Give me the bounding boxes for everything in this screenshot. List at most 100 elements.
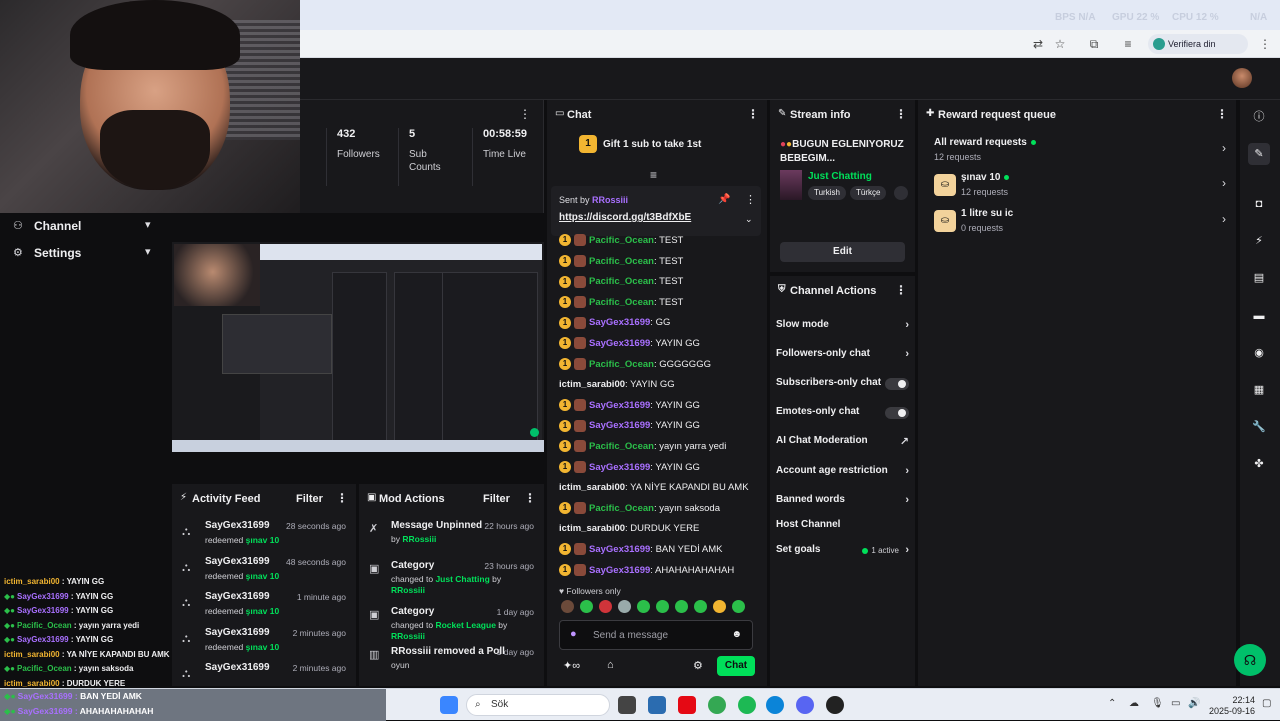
network-icon[interactable]: ▭ xyxy=(1171,698,1180,709)
avatar[interactable] xyxy=(1232,68,1252,88)
chat-message[interactable]: ictim_sarabi00: YA NİYE KAPANDI BU AMK xyxy=(559,478,763,499)
chat-message[interactable]: 1 Pacific_Ocean: TEST xyxy=(559,252,763,273)
chat-username[interactable]: Pacific_Ocean xyxy=(589,359,654,370)
chat-username[interactable]: SayGex31699 xyxy=(589,462,650,473)
lightning-icon[interactable]: ⚡ xyxy=(1248,230,1270,252)
store-icon[interactable]: ⌂ xyxy=(607,659,614,671)
extensions-icon[interactable]: ⧉ xyxy=(1086,36,1102,52)
activity-filter-button[interactable]: Filter xyxy=(296,493,323,505)
cloud-icon[interactable]: ☁ xyxy=(1129,698,1139,709)
chat-username[interactable]: Pacific_Ocean xyxy=(589,441,654,452)
chat-username[interactable]: SayGex31699 xyxy=(589,400,650,411)
chevron-down-icon[interactable]: ⌄ xyxy=(745,214,753,225)
chat-username[interactable]: ictim_sarabi00 xyxy=(559,482,625,493)
camera-icon[interactable]: ◘ xyxy=(1248,193,1270,215)
gift-sub-banner[interactable]: 1 Gift 1 sub to take 1st xyxy=(579,135,701,153)
pin-icon[interactable]: 📌 xyxy=(718,194,730,205)
gear-icon[interactable]: ⚙ xyxy=(693,659,703,672)
activity-item[interactable]: ⛬ SayGex31699 28 seconds ago redeemed şınav… xyxy=(182,520,354,552)
kebab-icon[interactable]: ⋮ xyxy=(1216,107,1228,121)
chat-message[interactable]: ictim_sarabi00: DURDUK YERE xyxy=(559,519,763,540)
wrench-icon[interactable]: 🔧 xyxy=(1248,416,1270,438)
category-name[interactable]: Just Chatting xyxy=(808,171,872,182)
channel-action-ai-chat-moderation[interactable]: AI Chat Moderation ↗ xyxy=(776,435,911,451)
chat-message[interactable]: 1 SayGex31699: YAYIN GG xyxy=(559,458,763,479)
chat-username[interactable]: SayGex31699 xyxy=(589,338,650,349)
channel-action-banned-words[interactable]: Banned words › xyxy=(776,494,911,510)
chat-message[interactable]: 1 Pacific_Ocean: yayın saksoda xyxy=(559,499,763,520)
discord-icon[interactable] xyxy=(796,696,814,714)
chrome-icon[interactable] xyxy=(708,696,726,714)
emote-icon[interactable] xyxy=(561,600,574,613)
notification-icon[interactable]: ▢ xyxy=(1262,698,1271,709)
points-icon[interactable]: ✦∞ xyxy=(563,659,580,672)
document-icon[interactable]: ▤ xyxy=(1248,267,1270,289)
verify-identity-button[interactable]: Verifiera din identitet xyxy=(1148,34,1248,69)
bookmark-star-icon[interactable]: ☆ xyxy=(1052,36,1068,52)
channel-action-set-goals[interactable]: Set goals 1 active › xyxy=(776,544,911,560)
channel-action-account-age-restriction[interactable]: Account age restriction › xyxy=(776,465,911,481)
chat-username[interactable]: SayGex31699 xyxy=(589,420,650,431)
send-chat-button[interactable]: Chat xyxy=(717,656,755,676)
chat-username[interactable]: Pacific_Ocean xyxy=(589,297,654,308)
emote-icon[interactable] xyxy=(580,600,593,613)
edge-icon[interactable] xyxy=(766,696,784,714)
kebab-icon[interactable]: ⋮ xyxy=(895,283,907,297)
reading-list-icon[interactable]: ≡ xyxy=(1120,36,1136,52)
activity-item[interactable]: ⛬ SayGex31699 1 minute ago redeemed şınav 1… xyxy=(182,591,354,623)
pencil-icon[interactable]: ✎ xyxy=(1248,143,1270,165)
taskbar-search[interactable]: ⌕ Sök xyxy=(466,694,610,716)
chat-message[interactable]: 1 SayGex31699: BAN YEDİ AMK xyxy=(559,540,763,561)
chat-message[interactable]: 1 Pacific_Ocean: yayın yarra yedi xyxy=(559,437,763,458)
channel-action-emotes-only-chat[interactable]: Emotes-only chat xyxy=(776,406,911,422)
chat-filter-icon[interactable]: ≡ xyxy=(650,168,657,182)
tag-turkish[interactable]: Turkish xyxy=(808,186,846,200)
chat-message[interactable]: 1 Pacific_Ocean: TEST xyxy=(559,293,763,314)
chat-message[interactable]: 1 Pacific_Ocean: TEST xyxy=(559,272,763,293)
kebab-icon[interactable]: ⋮ xyxy=(745,193,756,206)
chat-username[interactable]: ictim_sarabi00 xyxy=(559,379,625,390)
kebab-icon[interactable]: ⋮ xyxy=(747,107,759,121)
kebab-icon[interactable]: ⋮ xyxy=(895,107,907,121)
netflix-icon[interactable] xyxy=(678,696,696,714)
chat-username[interactable]: ictim_sarabi00 xyxy=(559,523,625,534)
chat-message[interactable]: 1 Pacific_Ocean: TEST xyxy=(559,231,763,252)
emote-icon[interactable] xyxy=(618,600,631,613)
sidebar-item-channel[interactable]: ⚇ Channel ▾ xyxy=(0,213,172,239)
emote-icon[interactable] xyxy=(694,600,707,613)
emote-icon[interactable] xyxy=(713,600,726,613)
channel-action-followers-only-chat[interactable]: Followers-only chat › xyxy=(776,348,911,364)
emote-icon[interactable] xyxy=(675,600,688,613)
chat-username[interactable]: SayGex31699 xyxy=(589,544,650,555)
store-icon[interactable] xyxy=(648,696,666,714)
edit-stream-info-button[interactable]: Edit xyxy=(780,242,905,262)
apps-icon[interactable]: ✤ xyxy=(1248,453,1270,475)
obs-icon[interactable] xyxy=(826,696,844,714)
emote-icon[interactable] xyxy=(732,600,745,613)
sidebar-item-settings[interactable]: ⚙ Settings ▾ xyxy=(0,240,172,266)
translate-icon[interactable]: ⇄ xyxy=(1030,36,1046,52)
microphone-icon[interactable]: 🎙 xyxy=(1151,698,1164,709)
emote-icon[interactable] xyxy=(656,600,669,613)
chat-username[interactable]: SayGex31699 xyxy=(589,565,650,576)
chat-message[interactable]: 1 SayGex31699: YAYIN GG xyxy=(559,334,763,355)
windows-start-icon[interactable] xyxy=(440,696,458,714)
reward-row-su[interactable]: ⛀ 1 litre su ic 0 requests › xyxy=(932,208,1226,236)
kebab-icon[interactable]: ⋮ xyxy=(336,491,348,505)
volume-icon[interactable]: 🔊 xyxy=(1188,698,1200,709)
chat-bubble-icon[interactable]: ▬ xyxy=(1248,305,1270,327)
chat-username[interactable]: Pacific_Ocean xyxy=(589,503,654,514)
chat-username[interactable]: Pacific_Ocean xyxy=(589,235,654,246)
chat-input[interactable]: ● Send a message ☻ xyxy=(559,620,753,650)
activity-item[interactable]: ⛬ SayGex31699 48 seconds ago redeemed şınav… xyxy=(182,556,354,588)
emote-icon[interactable] xyxy=(637,600,650,613)
spotify-icon[interactable] xyxy=(738,696,756,714)
broadcast-icon[interactable]: ◉ xyxy=(1248,342,1270,364)
file-explorer-icon[interactable] xyxy=(618,696,636,714)
browser-menu-icon[interactable]: ⋮ xyxy=(1257,36,1273,52)
layout-icon[interactable]: ▦ xyxy=(1248,379,1270,401)
activity-item[interactable]: ⛬ SayGex31699 2 minutes ago redeemed şınav … xyxy=(182,627,354,659)
support-headset-icon[interactable]: ☊ xyxy=(1234,644,1266,676)
stream-preview[interactable] xyxy=(172,242,544,452)
chat-message[interactable]: 1 Pacific_Ocean: GGGGGGG xyxy=(559,355,763,376)
